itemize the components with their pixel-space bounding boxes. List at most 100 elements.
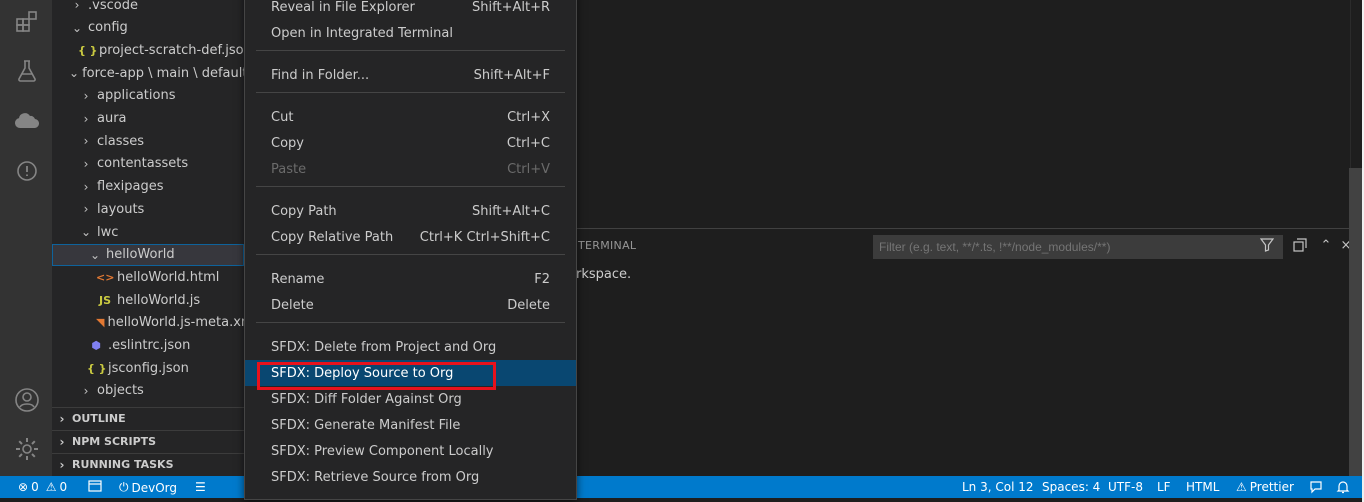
notifications-bell-icon[interactable] bbox=[1336, 480, 1350, 494]
tree-item[interactable]: { } jsconfig.json bbox=[52, 357, 244, 379]
menu-item-sfdx-delete-from-project-and-org[interactable]: SFDX: Delete from Project and Org bbox=[245, 334, 576, 360]
tree-item-label: aura bbox=[97, 111, 127, 126]
npm-scripts-section[interactable]: › NPM SCRIPTS bbox=[52, 430, 244, 452]
encoding-status[interactable]: UTF-8 bbox=[1108, 480, 1143, 494]
prettier-status[interactable]: ⚠ Prettier bbox=[1236, 480, 1294, 494]
tree-item-label: helloWorld bbox=[106, 247, 175, 263]
collapse-all-icon[interactable] bbox=[1292, 237, 1308, 253]
tree-item[interactable]: › aura bbox=[52, 108, 244, 130]
language-mode[interactable]: HTML bbox=[1186, 480, 1219, 494]
context-menu: Reveal in File Explorer Shift+Alt+R Open i… bbox=[244, 0, 577, 500]
menu-item-cut[interactable]: Cut Ctrl+X bbox=[245, 104, 576, 130]
menu-item-copy-relative-path[interactable]: Copy Relative Path Ctrl+K Ctrl+Shift+C bbox=[245, 224, 576, 250]
chevron-right-icon: › bbox=[83, 156, 89, 171]
tree-item[interactable]: › objects bbox=[52, 380, 244, 402]
chevron-up-icon[interactable]: ⌃ bbox=[1318, 237, 1334, 253]
warning-icon: ⚠ bbox=[1236, 480, 1247, 494]
tree-item[interactable]: › applications bbox=[52, 85, 244, 107]
menu-item-sfdx-generate-manifest-file[interactable]: SFDX: Generate Manifest File bbox=[245, 412, 576, 438]
tree-item-label: force-app \ main \ default bbox=[82, 65, 244, 81]
activity-bar bbox=[0, 0, 52, 476]
menu-item-find-in-folder[interactable]: Find in Folder... Shift+Alt+F bbox=[245, 62, 576, 88]
salesforce-cloud-icon[interactable] bbox=[14, 108, 40, 134]
explorer-sidebar: › .vscode ⌄ config{ } project-scratch-def.js… bbox=[52, 0, 244, 476]
menu-separator bbox=[256, 92, 565, 93]
tree-item[interactable]: ⌄ lwc bbox=[52, 221, 244, 243]
menu-item-shortcut: Ctrl+X bbox=[507, 109, 550, 125]
cursor-position[interactable]: Ln 3, Col 12 bbox=[962, 480, 1034, 494]
html-file-icon: <> bbox=[96, 270, 115, 284]
error-icon: ⊗ bbox=[18, 480, 29, 494]
tree-item[interactable]: ⌄ config bbox=[52, 17, 244, 39]
menu-item-shortcut: Shift+Alt+C bbox=[471, 203, 550, 219]
tree-item[interactable]: <> helloWorld.html bbox=[52, 266, 244, 288]
window-bottom-edge bbox=[0, 498, 1362, 502]
problems-icon[interactable] bbox=[14, 158, 40, 184]
tree-item[interactable]: JS helloWorld.js bbox=[52, 289, 244, 311]
tree-item[interactable]: ⬢ .eslintrc.json bbox=[52, 335, 244, 357]
tree-item[interactable]: { } project-scratch-def.json bbox=[52, 39, 244, 61]
menu-item-label: Copy bbox=[271, 135, 304, 151]
javascript-file-icon: JS bbox=[98, 293, 111, 307]
menu-item-reveal-in-file-explorer[interactable]: Reveal in File Explorer Shift+Alt+R bbox=[245, 0, 576, 20]
tree-item-label: .vscode bbox=[88, 0, 138, 13]
running-tasks-section[interactable]: › RUNNING TASKS bbox=[52, 453, 244, 475]
eslint-config-icon: ⬢ bbox=[91, 339, 101, 352]
tab-terminal[interactable]: TERMINAL bbox=[578, 239, 636, 252]
highlight-annotation-box bbox=[257, 362, 496, 390]
tree-item[interactable]: › classes bbox=[52, 130, 244, 152]
problems-status[interactable]: ⊗ 0 ⚠ 0 bbox=[18, 480, 67, 494]
filter-input[interactable] bbox=[873, 235, 1283, 259]
tree-item-label: helloWorld.js-meta.xml bbox=[107, 315, 244, 331]
menu-item-label: SFDX: Delete from Project and Org bbox=[271, 339, 497, 355]
tree-item[interactable]: ⌄ helloWorld bbox=[52, 243, 244, 266]
menu-item-rename[interactable]: Rename F2 bbox=[245, 266, 576, 292]
org-browser-icon[interactable] bbox=[88, 480, 102, 492]
prettier-label: Prettier bbox=[1249, 480, 1294, 494]
menu-separator bbox=[256, 322, 565, 323]
outline-section[interactable]: › OUTLINE bbox=[52, 407, 244, 429]
testing-flask-icon[interactable] bbox=[14, 58, 40, 84]
menu-item-sfdx-retrieve-source-from-org[interactable]: SFDX: Retrieve Source from Org bbox=[245, 464, 576, 490]
xml-rss-icon: ◥ bbox=[96, 316, 105, 330]
tree-item[interactable]: ⌄ force-app \ main \ default bbox=[52, 62, 244, 84]
tree-item-label: helloWorld.js bbox=[117, 292, 201, 308]
menu-item-copy-path[interactable]: Copy Path Shift+Alt+C bbox=[245, 198, 576, 224]
section-title: RUNNING TASKS bbox=[72, 458, 174, 471]
menu-item-label: Copy Relative Path bbox=[271, 229, 394, 245]
plug-icon: ⏻ bbox=[119, 480, 129, 494]
json-braces-icon: { } bbox=[87, 361, 107, 375]
tree-item-label: objects bbox=[97, 383, 144, 399]
tree-item[interactable]: › .vscode bbox=[52, 0, 244, 16]
tree-item[interactable]: › flexipages bbox=[52, 176, 244, 198]
scrollbar-thumb[interactable] bbox=[1349, 168, 1363, 476]
extensions-icon[interactable] bbox=[14, 8, 40, 34]
menu-item-open-in-integrated-terminal[interactable]: Open in Integrated Terminal bbox=[245, 20, 576, 46]
section-title: NPM SCRIPTS bbox=[72, 435, 157, 448]
account-icon[interactable] bbox=[14, 387, 40, 413]
tree-item[interactable]: › layouts bbox=[52, 198, 244, 220]
feedback-icon[interactable] bbox=[1309, 480, 1323, 494]
tree-item-label: config bbox=[88, 20, 128, 36]
tree-item[interactable]: ◥ helloWorld.js-meta.xml bbox=[52, 312, 244, 334]
menu-separator bbox=[256, 186, 565, 187]
chevron-right-icon: › bbox=[83, 88, 89, 103]
chevron-down-icon: ⌄ bbox=[71, 20, 83, 35]
eol-status[interactable]: LF bbox=[1157, 480, 1171, 494]
menu-item-copy[interactable]: Copy Ctrl+C bbox=[245, 130, 576, 156]
menu-item-shortcut: Shift+Alt+R bbox=[472, 0, 550, 15]
menu-item-delete[interactable]: Delete Delete bbox=[245, 292, 576, 318]
filter-funnel-icon[interactable] bbox=[1259, 238, 1275, 256]
menu-item-sfdx-preview-component-locally[interactable]: SFDX: Preview Component Locally bbox=[245, 438, 576, 464]
menu-item-label: Copy Path bbox=[271, 203, 337, 219]
menu-item-shortcut: Shift+Alt+F bbox=[473, 67, 550, 83]
settings-gear-icon[interactable] bbox=[14, 436, 40, 462]
chevron-right-icon: › bbox=[83, 111, 89, 126]
menu-lines-icon[interactable]: ☰ bbox=[195, 480, 206, 494]
menu-item-paste[interactable]: Paste Ctrl+V bbox=[245, 156, 576, 182]
menu-item-label: Find in Folder... bbox=[271, 67, 370, 83]
chevron-right-icon: › bbox=[59, 457, 65, 472]
default-org-status[interactable]: ⏻ DevOrg bbox=[119, 480, 177, 495]
tree-item[interactable]: › contentassets bbox=[52, 153, 244, 175]
indentation-status[interactable]: Spaces: 4 bbox=[1042, 480, 1100, 494]
